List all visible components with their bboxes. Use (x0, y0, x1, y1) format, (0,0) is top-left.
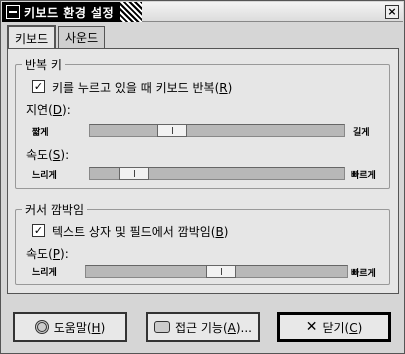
cursor-blink-frame: 커서 깜박임 ✓ 텍스트 상자 및 필드에서 깜박임(B) 속도(P): 느리게… (15, 201, 390, 285)
delay-slider[interactable] (89, 124, 345, 137)
title-bar-pattern (120, 2, 142, 22)
tab-keyboard-label: 키보드 (15, 31, 49, 46)
cursor-blink-checkbox-label[interactable]: 텍스트 상자 및 필드에서 깜박임(B) (52, 223, 228, 240)
check-icon: ✓ (33, 224, 44, 237)
blink-speed-slow-label: 느리게 (32, 268, 57, 278)
repeat-speed-slow-label: 느리게 (32, 171, 57, 181)
keyboard-preferences-window: 키보드 환경 설정 × 키보드 사운드 반복 키 ✓ 키를 누르고 있을 때 키… (0, 0, 405, 354)
repeat-speed-slider-thumb[interactable] (119, 167, 149, 180)
close-icon: ✕ (305, 319, 318, 335)
accessibility-button-label: 접근 기능(A)... (174, 320, 252, 335)
repeat-keys-frame: 반복 키 ✓ 키를 누르고 있을 때 키보드 반복(R) 지연(D): 짧게 길… (15, 56, 390, 189)
accessibility-icon (153, 321, 170, 333)
blink-speed-slider[interactable] (85, 265, 348, 278)
repeat-keys-checkbox[interactable]: ✓ (32, 80, 45, 93)
help-button[interactable]: 도움말(H) (13, 312, 127, 342)
repeat-keys-checkbox-label[interactable]: 키를 누르고 있을 때 키보드 반복(R) (52, 79, 232, 96)
keyboard-tab-page: 반복 키 ✓ 키를 누르고 있을 때 키보드 반복(R) 지연(D): 짧게 길… (7, 48, 399, 294)
delay-short-label: 짧게 (32, 128, 49, 138)
check-icon: ✓ (33, 80, 44, 93)
repeat-speed-fast-label: 빠르게 (351, 171, 376, 181)
title-bar[interactable]: 키보드 환경 설정 × (2, 2, 403, 22)
tab-keyboard[interactable]: 키보드 (7, 25, 57, 49)
cursor-blink-checkbox[interactable]: ✓ (32, 224, 45, 237)
blink-speed-slider-thumb[interactable] (206, 265, 236, 278)
delay-label: 지연(D): (26, 103, 71, 117)
tab-sound[interactable]: 사운드 (58, 26, 106, 48)
blink-speed-label: 속도(P): (26, 247, 69, 261)
close-button-label: 닫기(C) (322, 320, 363, 335)
window-menu-icon[interactable] (6, 5, 20, 19)
repeat-keys-title: 반복 키 (22, 56, 65, 73)
accessibility-button[interactable]: 접근 기능(A)... (146, 312, 260, 342)
help-button-label: 도움말(H) (53, 320, 106, 335)
window-close-button[interactable]: × (385, 5, 399, 19)
repeat-speed-label: 속도(S): (26, 148, 70, 162)
close-button[interactable]: ✕ 닫기(C) (277, 312, 391, 342)
blink-speed-fast-label: 빠르게 (351, 269, 376, 279)
delay-slider-thumb[interactable] (157, 124, 187, 137)
cursor-blink-title: 커서 깜박임 (22, 201, 88, 218)
tab-sound-label: 사운드 (65, 31, 99, 45)
help-icon (34, 320, 49, 334)
delay-long-label: 길게 (353, 128, 370, 138)
title-area: 키보드 환경 설정 (2, 2, 120, 22)
repeat-speed-slider[interactable] (89, 167, 345, 180)
window-title: 키보드 환경 설정 (24, 5, 115, 20)
